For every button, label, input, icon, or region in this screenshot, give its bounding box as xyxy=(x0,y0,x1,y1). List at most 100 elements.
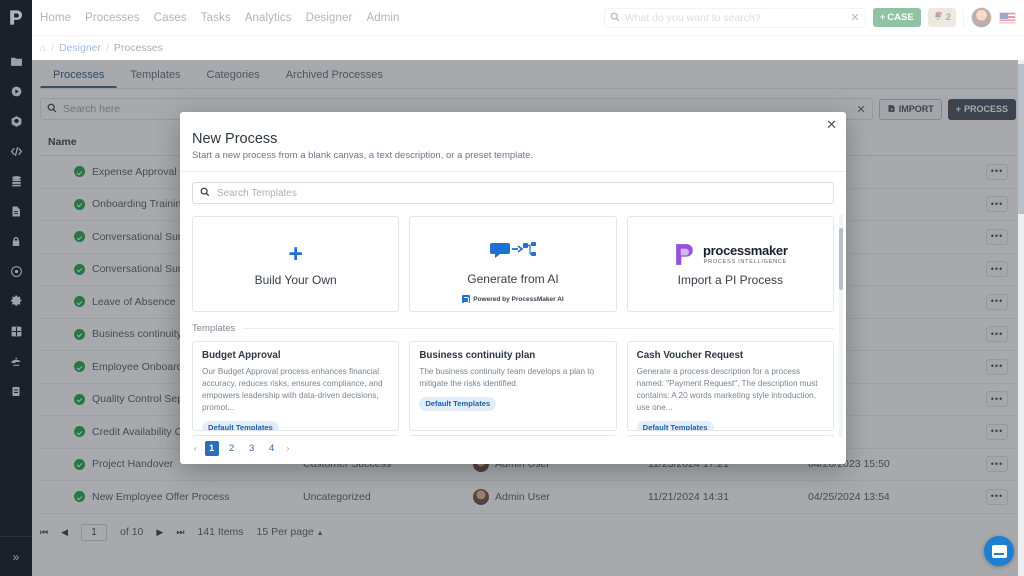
template-card[interactable] xyxy=(409,435,617,437)
rail-item-package[interactable] xyxy=(0,106,32,136)
creation-options: + Build Your Own Generate from AI Powere… xyxy=(192,216,834,312)
template-name: Business continuity plan xyxy=(419,350,536,361)
bell-icon xyxy=(933,11,943,24)
page-button-4[interactable]: 4 xyxy=(265,441,279,456)
powered-by-badge: Powered by ProcessMaker AI xyxy=(462,295,564,304)
option-label: Import a PI Process xyxy=(677,272,783,287)
modal-footer: ‹ 1 2 3 4 › xyxy=(180,437,846,464)
global-search-placeholder: What do you want to search? xyxy=(624,11,761,24)
avatar[interactable] xyxy=(971,7,992,28)
template-search-placeholder: Search Templates xyxy=(217,187,297,199)
chat-icon xyxy=(991,544,1007,558)
breadcrumb-item-designer[interactable]: Designer xyxy=(59,42,101,54)
rail-item-lock[interactable] xyxy=(0,226,32,256)
topnav-right-group: What do you want to search? ✕ + CASE 2 xyxy=(603,7,1024,28)
nav-item-cases[interactable]: Cases xyxy=(154,12,187,24)
search-icon xyxy=(610,9,620,27)
top-navigation: Home Processes Cases Tasks Analytics Des… xyxy=(32,0,1024,36)
processmaker-logo-icon xyxy=(462,295,471,304)
option-build-your-own[interactable]: + Build Your Own xyxy=(192,216,400,312)
templates-grid: Budget Approval Our Budget Approval proc… xyxy=(192,341,834,431)
chat-widget-button[interactable] xyxy=(984,536,1014,566)
template-badge: Default Templates xyxy=(419,396,497,411)
template-search-input[interactable]: Search Templates xyxy=(192,182,834,204)
notifications-button[interactable]: 2 xyxy=(927,8,956,27)
rail-item-play[interactable] xyxy=(0,76,32,106)
template-card[interactable]: Business continuity plan The business co… xyxy=(409,341,617,431)
divider xyxy=(243,328,834,329)
plus-icon: + xyxy=(288,239,303,268)
template-description: Our Budget Approval process enhances fin… xyxy=(202,367,383,412)
option-generate-from-ai[interactable]: Generate from AI Powered by ProcessMaker… xyxy=(409,216,617,312)
templates-section-header: Templates xyxy=(192,323,834,334)
app-root: » Home Processes Cases Tasks Analytics D… xyxy=(0,0,1024,576)
option-label: Build Your Own xyxy=(254,272,337,287)
rail-item-file[interactable] xyxy=(0,196,32,226)
nav-item-home[interactable]: Home xyxy=(40,12,71,24)
modal-scrollbar[interactable] xyxy=(839,214,843,437)
modal-subtitle: Start a new process from a blank canvas,… xyxy=(192,150,534,161)
nav-item-designer[interactable]: Designer xyxy=(306,12,353,24)
nav-links: Home Processes Cases Tasks Analytics Des… xyxy=(32,12,400,24)
template-badge: Default Templates xyxy=(202,420,279,430)
rail-expand-button[interactable]: » xyxy=(0,536,32,576)
option-import-pi-process[interactable]: processmaker PROCESS INTELLIGENCE Import… xyxy=(626,216,834,312)
rail-item-target[interactable] xyxy=(0,256,32,286)
close-icon[interactable]: ✕ xyxy=(826,118,837,131)
rail-item-grid[interactable] xyxy=(0,316,32,346)
breadcrumb-separator-2: / xyxy=(106,42,109,54)
processmaker-logo-icon[interactable] xyxy=(7,8,26,32)
rail-item-database[interactable] xyxy=(0,166,32,196)
new-case-label: CASE xyxy=(887,12,914,23)
template-pagination: ‹ 1 2 3 4 › xyxy=(192,441,834,456)
search-icon xyxy=(200,184,210,202)
breadcrumb-separator: / xyxy=(51,42,54,54)
nav-item-analytics[interactable]: Analytics xyxy=(245,12,292,24)
powered-by-label: Powered by ProcessMaker AI xyxy=(473,295,564,303)
brand-tagline: PROCESS INTELLIGENCE xyxy=(703,258,787,265)
page-button-3[interactable]: 3 xyxy=(245,441,259,456)
template-name: Cash Voucher Request xyxy=(636,350,744,361)
global-search-input[interactable]: What do you want to search? ✕ xyxy=(603,7,866,28)
template-card[interactable]: Budget Approval Our Budget Approval proc… xyxy=(192,341,400,431)
new-process-modal: ✕ New Process Start a new process from a… xyxy=(180,112,846,464)
rail-item-settings[interactable] xyxy=(0,286,32,316)
option-label: Generate from AI xyxy=(467,272,559,286)
templates-grid-next-row xyxy=(192,435,834,437)
divider xyxy=(963,8,964,27)
rail-item-folder[interactable] xyxy=(0,46,32,76)
modal-header: New Process Start a new process from a b… xyxy=(180,112,846,172)
left-icon-rail: » xyxy=(0,0,32,576)
nav-item-tasks[interactable]: Tasks xyxy=(201,12,231,24)
prev-page-button[interactable]: ‹ xyxy=(192,444,199,453)
template-description: The business continuity team develops a … xyxy=(419,367,595,388)
language-flag-icon[interactable] xyxy=(999,11,1016,24)
rail-item-lamp[interactable] xyxy=(0,346,32,376)
page-scrollbar[interactable] xyxy=(1018,60,1024,576)
templates-section-label: Templates xyxy=(192,323,236,334)
template-card[interactable] xyxy=(192,435,400,437)
ai-chat-flow-icon xyxy=(489,242,536,266)
breadcrumb: ⌂ / Designer / Processes xyxy=(32,36,1024,60)
new-case-button[interactable]: + CASE xyxy=(872,8,921,27)
template-description: Generate a process description for a pro… xyxy=(636,367,818,412)
breadcrumb-item-processes: Processes xyxy=(113,42,163,54)
notifications-count: 2 xyxy=(945,12,951,23)
brand-wordmark: processmaker xyxy=(703,242,788,258)
page-button-1[interactable]: 1 xyxy=(204,441,219,456)
next-page-button[interactable]: › xyxy=(285,444,292,453)
processmaker-pi-logo-icon: processmaker PROCESS INTELLIGENCE xyxy=(673,242,788,267)
modal-title: New Process xyxy=(192,131,278,147)
nav-item-processes[interactable]: Processes xyxy=(85,12,140,24)
template-card[interactable]: Cash Voucher Request Generate a process … xyxy=(626,341,834,431)
clear-search-icon[interactable]: ✕ xyxy=(851,11,860,24)
template-card[interactable] xyxy=(626,435,834,437)
template-name: Budget Approval xyxy=(202,350,281,361)
page-button-2[interactable]: 2 xyxy=(225,441,239,456)
nav-item-admin[interactable]: Admin xyxy=(366,12,399,24)
home-icon[interactable]: ⌂ xyxy=(40,43,46,54)
modal-body: Search Templates + Build Your Own Genera… xyxy=(180,172,846,437)
rail-item-code[interactable] xyxy=(0,136,32,166)
rail-item-book[interactable] xyxy=(0,376,32,406)
plus-icon: + xyxy=(879,12,886,23)
